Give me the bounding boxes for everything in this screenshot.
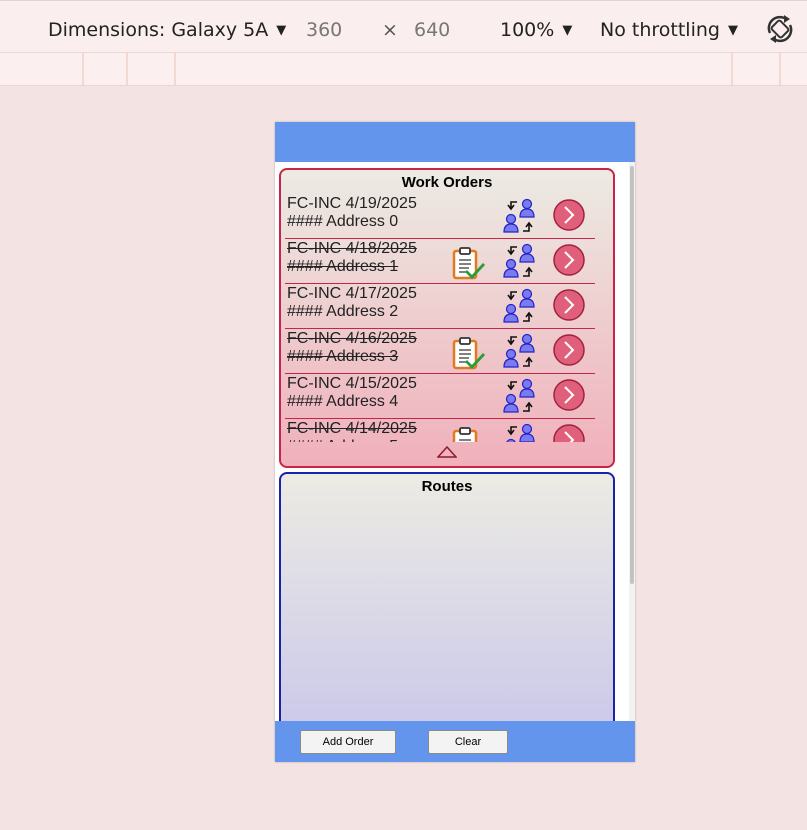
zoom-label: 100% <box>500 19 555 41</box>
reassign-people-icon[interactable] <box>503 378 537 414</box>
work-order-title: FC-INC 4/15/2025 <box>287 375 417 392</box>
collapse-triangle-icon[interactable] <box>437 446 457 458</box>
work-orders-panel: Work Orders FC-INC 4/19/2025 #### Address… <box>279 168 615 468</box>
work-order-title: FC-INC 4/18/2025 <box>287 240 417 257</box>
clipboard-check-icon <box>451 426 485 442</box>
reassign-people-icon[interactable] <box>503 243 537 279</box>
open-order-button[interactable] <box>553 424 585 442</box>
zoom-select[interactable]: 100% ▼ <box>500 18 572 43</box>
device-dimensions-label: Dimensions: Galaxy 5A <box>48 19 269 41</box>
work-order-address: #### Address 1 <box>287 258 399 275</box>
device-dimensions-select[interactable]: Dimensions: Galaxy 5A ▼ <box>48 18 286 43</box>
work-orders-title: Work Orders <box>401 174 493 191</box>
clear-button[interactable]: Clear <box>428 730 508 754</box>
work-order-address: #### Address 3 <box>287 348 399 365</box>
media-query-ruler <box>0 52 807 86</box>
dropdown-caret-icon: ▼ <box>727 23 738 38</box>
work-order-title: FC-INC 4/17/2025 <box>287 285 417 302</box>
work-order-title: FC-INC 4/16/2025 <box>287 330 417 347</box>
open-order-button[interactable] <box>553 379 585 411</box>
reassign-people-icon[interactable] <box>503 333 537 369</box>
open-order-button[interactable] <box>553 289 585 321</box>
work-order-address: #### Address 0 <box>287 213 399 230</box>
work-order-row[interactable]: FC-INC 4/14/2025#### Address 5 <box>285 419 595 442</box>
work-order-address: #### Address 5 <box>287 438 398 442</box>
work-order-row[interactable]: FC-INC 4/15/2025 #### Address 4 <box>285 374 595 419</box>
work-order-address: #### Address 2 <box>287 303 399 320</box>
reassign-people-icon[interactable] <box>503 288 537 324</box>
work-order-row[interactable]: FC-INC 4/16/2025 #### Address 3 <box>285 329 595 374</box>
work-order-title: FC-INC 4/14/2025 <box>287 420 417 437</box>
reassign-people-icon[interactable] <box>503 423 537 442</box>
app-footer-bar: Add Order Clear <box>275 721 635 762</box>
reassign-people-icon[interactable] <box>503 198 537 234</box>
device-viewport: Work Orders FC-INC 4/19/2025 #### Address… <box>275 122 635 762</box>
clipboard-check-icon <box>451 336 486 370</box>
dropdown-caret-icon: ▼ <box>276 23 287 38</box>
work-order-row[interactable]: FC-INC 4/17/2025 #### Address 2 <box>285 284 595 329</box>
routes-title: Routes <box>421 478 473 495</box>
routes-panel: Routes <box>279 472 615 736</box>
work-order-address: #### Address 4 <box>287 393 399 410</box>
page-scrollbar-thumb[interactable] <box>630 166 634 584</box>
work-order-row[interactable]: FC-INC 4/19/2025 #### Address 0 <box>285 194 595 239</box>
app-header-bar <box>275 122 635 162</box>
throttling-label: No throttling <box>600 19 720 41</box>
add-order-button[interactable]: Add Order <box>300 730 396 754</box>
open-order-button[interactable] <box>553 244 585 276</box>
rotate-icon[interactable] <box>764 13 796 45</box>
width-input[interactable]: 360 <box>306 18 342 42</box>
work-order-row[interactable]: FC-INC 4/18/2025 #### Address 1 <box>285 239 595 284</box>
open-order-button[interactable] <box>553 334 585 366</box>
height-input[interactable]: 640 <box>414 18 450 42</box>
devtools-toolbar: Dimensions: Galaxy 5A ▼ 360 × 640 100% ▼ N… <box>0 0 807 53</box>
times-sign: × <box>382 19 398 41</box>
clipboard-check-icon <box>451 246 486 280</box>
work-order-title: FC-INC 4/19/2025 <box>287 195 417 212</box>
open-order-button[interactable] <box>553 199 585 231</box>
work-orders-list[interactable]: FC-INC 4/19/2025 #### Address 0 FC-INC 4/1… <box>285 194 595 442</box>
throttling-select[interactable]: No throttling ▼ <box>600 18 738 43</box>
dropdown-caret-icon: ▼ <box>562 23 573 38</box>
